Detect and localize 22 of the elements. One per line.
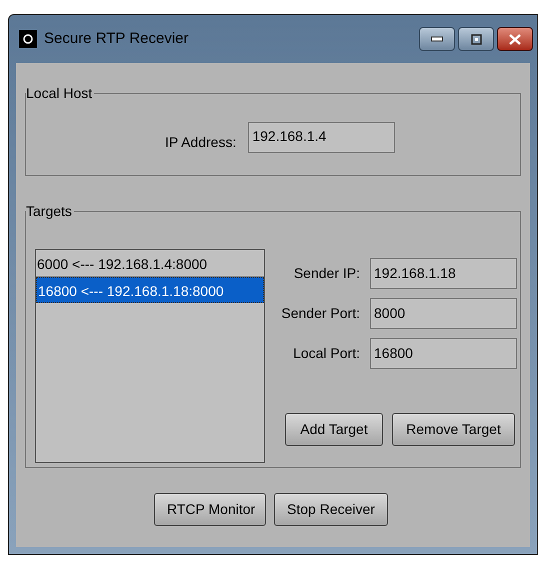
input-field[interactable]: 192.168.1.18 (370, 258, 517, 289)
close-icon (509, 34, 521, 44)
field-label: Sender IP: (292, 264, 360, 283)
push-button[interactable]: Stop Receiver (274, 493, 388, 526)
field-label: Local Port: (292, 344, 360, 363)
list-item[interactable]: 16800 <--- 192.168.1.18:8000 (36, 277, 264, 303)
ip-address-field[interactable]: 192.168.1.4 (248, 122, 396, 153)
minimize-icon (431, 36, 443, 42)
field-label: Sender Port: (280, 304, 360, 323)
target-list[interactable]: 6000 <--- 192.168.1.4:8000 16800 <--- 192.168.1.18:8000 (35, 249, 265, 463)
app-icon (19, 30, 37, 48)
input-field[interactable]: 16800 (370, 338, 517, 369)
push-button[interactable]: RTCP Monitor (154, 493, 266, 526)
maximize-icon (470, 34, 482, 44)
push-button[interactable]: Remove Target (392, 413, 515, 446)
close-button[interactable] (497, 27, 533, 51)
field-label: IP Address: (165, 133, 236, 152)
minimize-button[interactable] (419, 27, 455, 51)
input-field[interactable]: 8000 (370, 298, 517, 329)
push-button[interactable]: Add Target (285, 413, 383, 446)
window-title: Secure RTP Recevier (44, 28, 189, 49)
maximize-button[interactable] (458, 27, 494, 51)
